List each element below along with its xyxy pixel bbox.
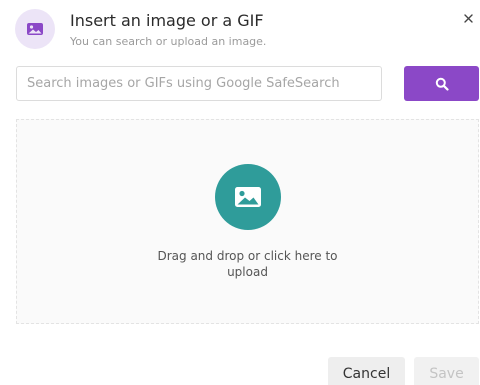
upload-button[interactable]: [215, 164, 281, 230]
image-icon: [235, 187, 261, 207]
save-button[interactable]: Save: [414, 357, 479, 385]
search-icon: [435, 77, 449, 91]
dropzone-instructions: Drag and drop or click here to upload: [157, 249, 338, 279]
search-button[interactable]: [404, 66, 479, 101]
search-input[interactable]: [16, 66, 382, 101]
upload-dropzone[interactable]: Drag and drop or click here to upload: [16, 119, 479, 324]
header-image-icon: [15, 9, 55, 49]
insert-image-dialog: Insert an image or a GIF You can search …: [0, 0, 480, 385]
close-icon: [463, 13, 473, 23]
cancel-button[interactable]: Cancel: [328, 357, 405, 385]
close-button[interactable]: [458, 8, 478, 28]
image-icon: [27, 23, 43, 35]
dialog-title: Insert an image or a GIF: [70, 11, 264, 30]
dialog-subtitle: You can search or upload an image.: [70, 35, 267, 48]
